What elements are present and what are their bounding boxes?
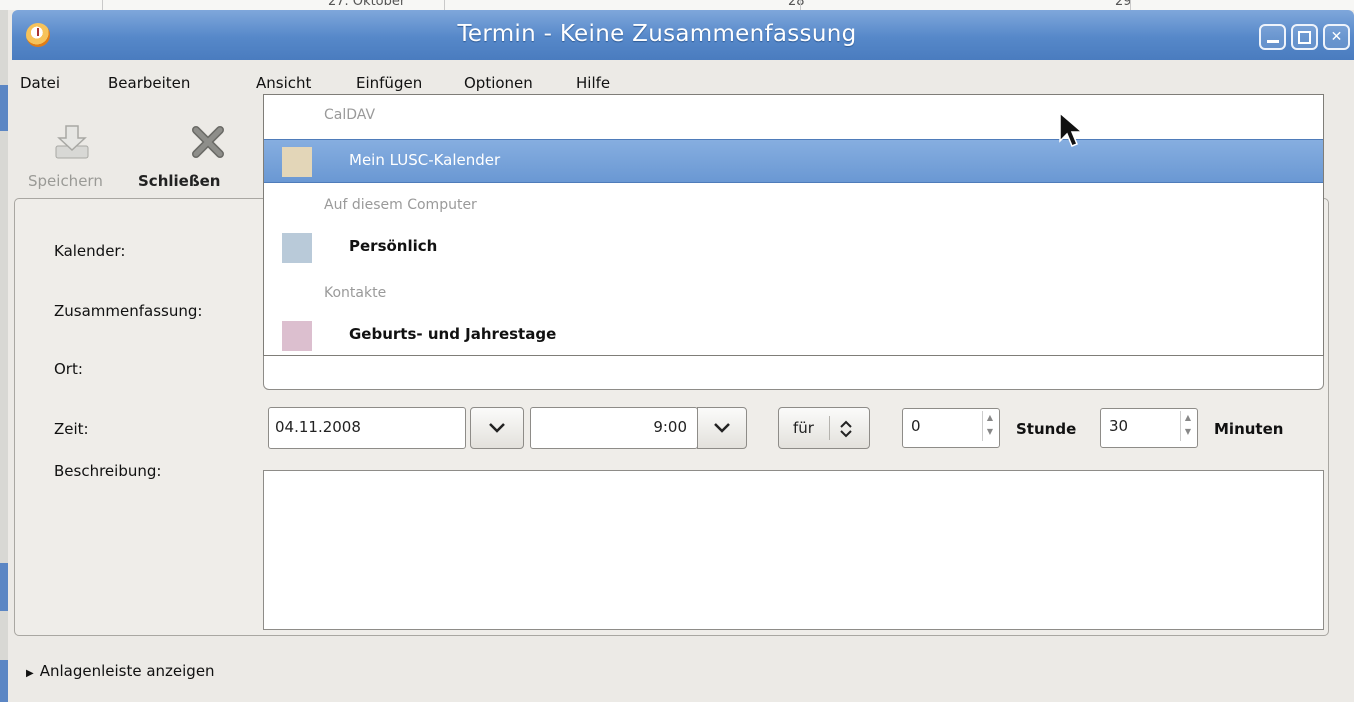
background-window-edge (0, 10, 8, 702)
save-button[interactable]: Speichern (28, 106, 138, 202)
date-input[interactable]: 04.11.2008 (268, 407, 466, 449)
group-header-contacts: Kontakte (324, 285, 387, 301)
description-textarea[interactable] (263, 470, 1324, 630)
calendar-option-label: Geburts- und Jahrestage (349, 325, 557, 343)
date-dropdown-button[interactable] (470, 407, 524, 449)
minutes-unit-label: Minuten (1214, 420, 1284, 438)
calendar-option-label: Persönlich (349, 237, 438, 255)
minimize-icon (1266, 39, 1279, 43)
calendar-color-swatch (282, 147, 312, 177)
attachment-bar-toggle[interactable]: ▶ Anlagenleiste anzeigen (26, 662, 215, 680)
calendar-label: Kalender: (54, 242, 126, 260)
grid-line (102, 0, 103, 10)
background-calendar-header: 27. Oktober 28 29 (0, 0, 1354, 10)
calendar-color-swatch (282, 233, 312, 263)
duration-mode-value: für (793, 419, 814, 437)
minimize-button[interactable] (1259, 24, 1286, 50)
location-input[interactable] (263, 352, 1324, 390)
calendar-option-personal[interactable]: Persönlich (264, 226, 1323, 268)
time-label: Zeit: (54, 420, 89, 438)
attachment-toggle-label: Anlagenleiste anzeigen (39, 662, 215, 680)
grid-line (800, 0, 801, 10)
date-value: 04.11.2008 (275, 418, 361, 436)
save-icon (55, 125, 89, 159)
grid-line (1130, 0, 1131, 10)
calendar-color-swatch (282, 321, 312, 351)
spin-arrows-icon[interactable]: ▲ ▼ (982, 411, 997, 441)
bg-day-label: 28 (788, 0, 805, 9)
save-label: Speichern (28, 172, 103, 190)
calendar-option-label: Mein LUSC-Kalender (349, 151, 501, 169)
close-button[interactable]: Schließen (138, 106, 248, 202)
calendar-option-birthdays[interactable]: Geburts- und Jahrestage (264, 314, 1323, 356)
hours-value: 0 (911, 417, 921, 435)
close-icon: ✕ (1330, 29, 1343, 45)
time-dropdown-button[interactable] (697, 407, 747, 449)
expander-arrow-icon: ▶ (26, 668, 34, 679)
chevron-down-icon (489, 423, 505, 433)
spin-arrows-icon[interactable]: ▲ ▼ (1180, 411, 1195, 441)
minutes-value: 30 (1109, 417, 1129, 435)
menu-einfuegen[interactable]: Einfügen (356, 74, 422, 92)
description-label: Beschreibung: (54, 462, 162, 480)
bg-day-label: 27. Oktober (328, 0, 406, 9)
maximize-icon (1298, 30, 1311, 44)
chevron-down-icon (714, 423, 730, 433)
time-value: 9:00 (653, 418, 687, 436)
minutes-spinbutton[interactable]: 30 ▲ ▼ (1100, 408, 1198, 448)
menu-bar: Datei Bearbeiten Ansicht Einfügen Option… (12, 70, 1354, 96)
calendar-dropdown-list: CalDAV Mein LUSC-Kalender Auf diesem Com… (263, 94, 1324, 356)
menu-ansicht[interactable]: Ansicht (256, 74, 311, 92)
grid-line (444, 0, 445, 10)
menu-datei[interactable]: Datei (20, 74, 60, 92)
calendar-option-lusc[interactable]: Mein LUSC-Kalender (264, 139, 1323, 183)
menu-optionen[interactable]: Optionen (464, 74, 533, 92)
up-down-arrows-icon (840, 420, 852, 438)
menu-bearbeiten[interactable]: Bearbeiten (108, 74, 190, 92)
group-header-local: Auf diesem Computer (324, 197, 477, 213)
duration-mode-select[interactable]: für (778, 407, 870, 449)
maximize-button[interactable] (1291, 24, 1318, 50)
location-label: Ort: (54, 360, 83, 378)
menu-hilfe[interactable]: Hilfe (576, 74, 610, 92)
title-bar[interactable]: Termin - Keine Zusammenfassung ✕ (12, 10, 1354, 60)
group-header-caldav: CalDAV (324, 107, 376, 123)
window-title: Termin - Keine Zusammenfassung (457, 21, 857, 47)
mouse-pointer-icon (1059, 111, 1085, 147)
close-window-button[interactable]: ✕ (1323, 24, 1350, 50)
time-input[interactable]: 9:00 (530, 407, 698, 449)
summary-label: Zusammenfassung: (54, 302, 203, 320)
close-label: Schließen (138, 172, 221, 190)
close-x-icon (192, 126, 224, 158)
hours-spinbutton[interactable]: 0 ▲ ▼ (902, 408, 1000, 448)
hours-unit-label: Stunde (1016, 420, 1077, 438)
